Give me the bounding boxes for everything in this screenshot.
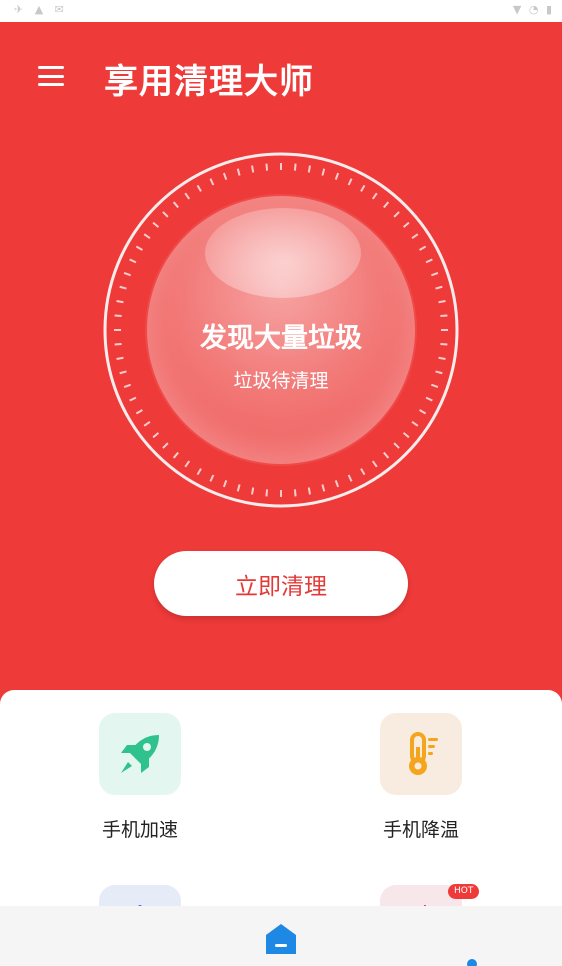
junk-gauge[interactable]: 发现大量垃圾 垃圾待清理 <box>102 151 460 509</box>
gauge-tick <box>265 489 269 497</box>
gauge-tick <box>347 178 353 186</box>
feature-phone-cooldown[interactable]: 手机降温 <box>361 713 481 842</box>
gauge-tick <box>222 480 228 488</box>
gauge-tick <box>402 432 410 439</box>
gauge-tick <box>135 409 143 415</box>
gauge-tick <box>425 396 433 402</box>
gauge-tick <box>440 314 448 318</box>
gauge-tick <box>209 178 215 186</box>
menu-icon[interactable] <box>38 66 64 86</box>
gauge-tick <box>116 300 124 304</box>
gauge-tick <box>184 192 191 200</box>
gauge-tick <box>196 184 202 192</box>
feature-label: 手机加速 <box>101 819 178 841</box>
gauge-tick <box>143 233 151 240</box>
home-icon[interactable] <box>264 922 298 956</box>
status-bar: ✈ ▲ ✉ ▼ ◔ ▮ <box>0 0 562 22</box>
gauge-tick <box>334 480 340 488</box>
gauge-tick <box>321 484 326 492</box>
gauge-tick <box>135 245 143 251</box>
gauge-tick <box>172 451 179 459</box>
gauge-tick <box>129 396 137 402</box>
gauge-tick <box>440 342 448 346</box>
gauge-tick <box>411 420 419 427</box>
gauge-tick <box>431 383 439 389</box>
bottom-nav <box>0 906 562 966</box>
gauge-tick <box>360 468 366 476</box>
gauge-tick <box>209 474 215 482</box>
gauge-tick <box>431 271 439 277</box>
user-icon[interactable] <box>462 958 482 966</box>
gauge-subtitle: 垃圾待清理 <box>233 370 329 392</box>
gauge-tick <box>116 356 124 360</box>
gauge-tick <box>425 258 433 264</box>
hero-section: 享用清理大师 发现大量垃圾 垃圾待清理 <box>0 22 562 722</box>
gauge-tick <box>321 168 326 176</box>
feature-label: 手机降温 <box>382 819 459 841</box>
gauge-tick <box>236 484 241 492</box>
gauge-tick <box>360 184 366 192</box>
gauge-tick <box>152 221 160 228</box>
gauge-tick <box>114 342 122 346</box>
gauge-tick <box>347 474 353 482</box>
gauge-tick <box>162 442 169 449</box>
status-icons-left: ✈ ▲ ✉ <box>14 3 68 16</box>
gauge-tick <box>119 285 127 290</box>
gauge-tick <box>402 221 410 228</box>
gauge-tick <box>293 163 297 171</box>
gauge-tick <box>419 245 427 251</box>
gauge-tick <box>236 168 241 176</box>
gauge-tick <box>307 165 311 173</box>
speedup-icon-box <box>99 713 181 795</box>
gauge-tick <box>172 201 179 209</box>
gauge-tick <box>123 383 131 389</box>
gauge-tick <box>152 432 160 439</box>
gauge-tick <box>307 487 311 495</box>
gauge-tick <box>393 211 400 218</box>
gauge-tick <box>383 451 390 459</box>
gauge-headline: 发现大量垃圾 <box>200 323 362 354</box>
gauge-tick <box>222 172 228 180</box>
gauge-tick <box>383 201 390 209</box>
gauge-tick <box>438 356 446 360</box>
gauge-tick <box>393 442 400 449</box>
feature-phone-speedup[interactable]: 手机加速 <box>80 713 200 842</box>
gauge-tick <box>435 370 443 375</box>
bubble-highlight <box>205 208 361 298</box>
gauge-tick <box>371 460 378 468</box>
gauge-tick <box>293 489 297 497</box>
gauge-tick <box>265 163 269 171</box>
gauge-tick <box>251 487 255 495</box>
gauge-tick <box>129 258 137 264</box>
gauge-tick <box>371 192 378 200</box>
thermometer-icon <box>409 732 438 775</box>
rocket-icon <box>121 735 159 773</box>
status-icons-right: ▼ ◔ ▮ <box>512 3 554 16</box>
gauge-tick <box>411 233 419 240</box>
gauge-tick <box>196 468 202 476</box>
gauge-tick <box>419 409 427 415</box>
gauge-tick <box>143 420 151 427</box>
clean-now-button[interactable]: 立即清理 <box>154 551 408 616</box>
gauge-tick <box>435 285 443 290</box>
gauge-tick <box>162 211 169 218</box>
gauge-tick <box>184 460 191 468</box>
gauge-tick <box>123 271 131 277</box>
gauge-tick <box>251 165 255 173</box>
hot-badge: HOT <box>448 884 480 899</box>
app-title: 享用清理大师 <box>104 62 314 102</box>
gauge-tick <box>114 314 122 318</box>
cooldown-icon-box <box>380 713 462 795</box>
gauge-tick <box>438 300 446 304</box>
gauge-tick <box>334 172 340 180</box>
gauge-bubble: 发现大量垃圾 垃圾待清理 <box>147 196 415 464</box>
gauge-tick <box>119 370 127 375</box>
